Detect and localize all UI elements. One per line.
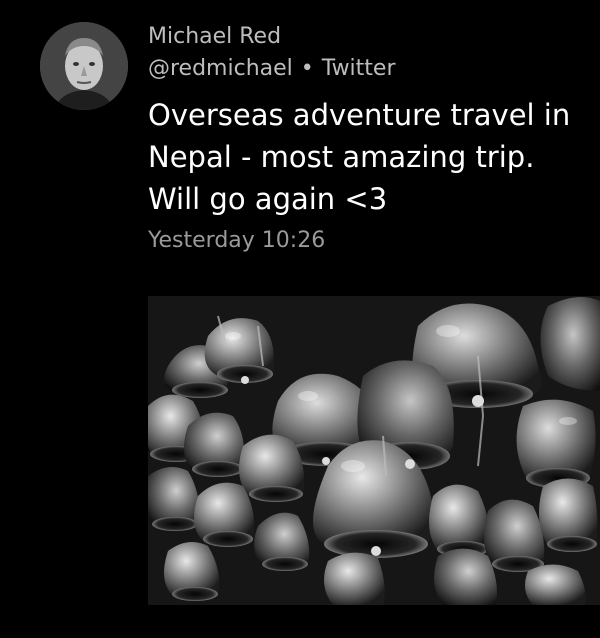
- avatar[interactable]: [40, 22, 128, 110]
- author-meta: @redmichael • Twitter: [148, 56, 396, 81]
- tweet-media-photo[interactable]: [148, 296, 600, 605]
- author-handle[interactable]: @redmichael: [148, 56, 293, 81]
- tweet-source: Twitter: [321, 56, 396, 81]
- tweet-text: Overseas adventure travel in Nepal - mos…: [148, 98, 571, 216]
- separator-dot: •: [300, 56, 314, 81]
- author-name[interactable]: Michael Red: [148, 24, 281, 49]
- tweet-timestamp[interactable]: Yesterday 10:26: [148, 228, 325, 253]
